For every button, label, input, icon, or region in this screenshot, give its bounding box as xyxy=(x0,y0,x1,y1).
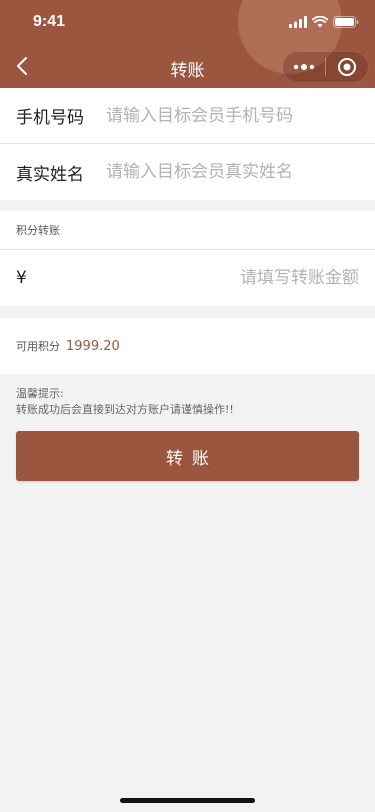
tips-text: 转账成功后会直接到达对方账户请谨慎操作!! xyxy=(16,403,234,416)
nav-bar: 转账 xyxy=(0,44,375,88)
available-points: 可用积分 1999.20 xyxy=(0,318,375,374)
status-time: 9:41 xyxy=(33,13,66,30)
tips-title: 温馨提示: xyxy=(16,387,64,400)
points-transfer-section: 积分转账 ¥ xyxy=(0,211,375,306)
name-input[interactable] xyxy=(106,162,375,182)
signal-icon xyxy=(289,16,307,28)
available-points-label: 可用积分 xyxy=(16,340,60,353)
recipient-form: 手机号码 真实姓名 xyxy=(0,88,375,200)
status-icons xyxy=(289,15,359,29)
phone-label: 手机号码 xyxy=(16,108,84,128)
mini-program-capsule xyxy=(282,51,369,83)
home-indicator xyxy=(120,798,255,803)
amount-input[interactable] xyxy=(46,268,359,288)
currency-symbol: ¥ xyxy=(16,268,27,288)
points-section-title: 积分转账 xyxy=(0,211,375,250)
transfer-submit-button[interactable]: 转账 xyxy=(16,431,359,481)
phone-input[interactable] xyxy=(106,105,375,126)
header: 9:41 转账 xyxy=(0,0,375,88)
phone-row: 手机号码 xyxy=(0,88,375,144)
target-close-icon xyxy=(337,58,356,76)
available-points-value: 1999.20 xyxy=(66,338,120,354)
more-dots-icon xyxy=(293,64,315,70)
wifi-icon xyxy=(312,16,328,28)
name-row: 真实姓名 xyxy=(0,144,375,200)
battery-icon xyxy=(333,16,359,28)
name-label: 真实姓名 xyxy=(16,164,84,185)
amount-row: ¥ xyxy=(0,250,375,306)
tips: 温馨提示: 转账成功后会直接到达对方账户请谨慎操作!! xyxy=(16,386,359,418)
more-button[interactable] xyxy=(283,52,325,82)
status-bar: 9:41 xyxy=(0,0,375,44)
close-mini-program-button[interactable] xyxy=(326,52,368,82)
